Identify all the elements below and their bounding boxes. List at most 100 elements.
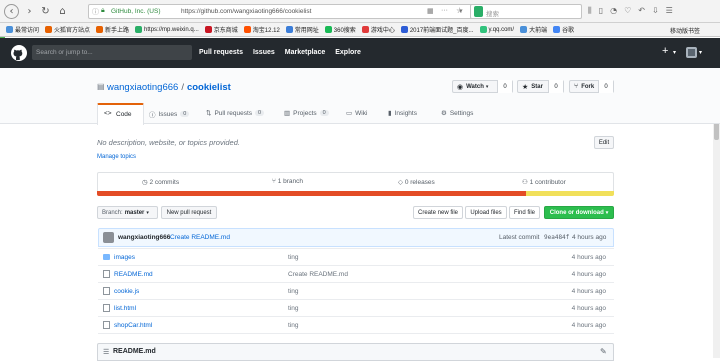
sidebar-icon[interactable]: ▯ (599, 6, 603, 16)
edit-button[interactable]: Edit (594, 136, 614, 149)
file-name-link[interactable]: images (114, 254, 135, 261)
file-name-link[interactable]: list.html (114, 305, 136, 312)
upload-files-button[interactable]: Upload files (465, 206, 507, 219)
download-icon[interactable]: ⇩ (652, 6, 659, 16)
branches-link[interactable]: ⑂ 1 branch (272, 178, 303, 185)
mobile-bookmarks[interactable]: 移动版书签 (670, 26, 700, 35)
library-icon[interactable]: ⫼ (588, 6, 592, 16)
commit-age: 4 hours ago (572, 234, 607, 241)
bookmark-item[interactable]: 常用网址 (285, 25, 319, 34)
fork-count[interactable]: 0 (598, 80, 613, 93)
eye-icon: ◉ (457, 83, 464, 91)
bookmark-item[interactable]: 淘宝12.12 (243, 25, 280, 34)
find-file-button[interactable]: Find file (509, 206, 540, 219)
watch-count[interactable]: 0 (497, 80, 512, 93)
author-avatar[interactable] (103, 232, 114, 243)
back-icon[interactable]: ‹ (4, 4, 19, 19)
qr-icon[interactable]: ▦ (427, 7, 434, 15)
undo-icon[interactable]: ↶ (638, 6, 645, 16)
releases-link[interactable]: ◇ 0 releases (398, 178, 435, 186)
more-icon[interactable]: ··· (441, 7, 448, 14)
url-text[interactable]: https://github.com/wangxiaoting666/cooki… (181, 8, 311, 15)
nav-pull-requests[interactable]: Pull requests (199, 49, 243, 56)
commit-message[interactable]: Create README.md (170, 234, 230, 241)
menu-icon[interactable]: ☰ (666, 6, 673, 16)
table-row[interactable]: list.html ting 4 hours ago (98, 299, 614, 316)
bookmark-item[interactable]: 火狐官方站点 (45, 25, 90, 34)
tab-issues[interactable]: ⓘ Issues 0 (149, 109, 190, 119)
readme-header: ☰ README.md ✎ (97, 343, 614, 361)
pocket-icon[interactable]: ♡ (624, 6, 631, 16)
bookmark-item[interactable]: 最常访问 (6, 25, 39, 34)
chat-icon[interactable]: ◔ (610, 6, 617, 16)
pencil-icon[interactable]: ✎ (600, 347, 607, 356)
repo-name-link[interactable]: cookielist (187, 82, 231, 93)
repo-owner-link[interactable]: wangxiaoting666 (107, 82, 178, 93)
bookmark-item[interactable]: 大前端 (520, 25, 547, 34)
bookmark-item[interactable]: 游戏中心 (361, 25, 395, 34)
file-commit-message[interactable]: ting (288, 322, 298, 329)
file-commit-message[interactable]: ting (288, 305, 298, 312)
repo-separator: / (181, 82, 184, 93)
dropdown-icon[interactable]: ▾ (459, 7, 463, 15)
tab-settings-label: Settings (449, 109, 474, 117)
bookmark-item[interactable]: 京东商城 (204, 25, 238, 34)
project-icon: ▥ (284, 110, 291, 117)
github-logo-icon[interactable] (11, 45, 27, 61)
bookmark-item[interactable]: 谷歌 (553, 25, 574, 34)
file-commit-message[interactable]: Create README.md (288, 271, 348, 278)
commit-author[interactable]: wangxiaoting666 (118, 234, 170, 241)
home-icon[interactable]: ⌂ (55, 4, 70, 19)
bookmark-item[interactable]: 360搜索 (324, 25, 356, 34)
new-pull-request-button[interactable]: New pull request (161, 206, 217, 219)
browser-search[interactable]: 搜索 (470, 4, 582, 19)
table-row[interactable]: README.md Create README.md 4 hours ago (98, 265, 614, 282)
file-name-link[interactable]: shopCar.html (114, 322, 152, 329)
refresh-icon[interactable]: ↻ (38, 4, 53, 19)
tab-code[interactable]: <> Code (97, 103, 144, 125)
file-commit-message[interactable]: ting (288, 288, 298, 295)
nav-issues[interactable]: Issues (253, 49, 275, 56)
tab-insights[interactable]: ▮ Insights (388, 109, 417, 118)
plus-icon[interactable]: + (662, 45, 668, 57)
star-count[interactable]: 0 (548, 80, 563, 93)
fork-button[interactable]: ⑂ Fork 0 (569, 80, 614, 93)
avatar[interactable] (686, 47, 697, 58)
forward-icon[interactable]: › (22, 4, 37, 19)
star-button[interactable]: ★ Star 0 (517, 80, 564, 93)
bookmark-item[interactable]: 2017前端面试题_百度... (400, 25, 474, 34)
avatar-chevron-icon[interactable]: ▾ (699, 49, 702, 56)
table-row[interactable]: shopCar.html ting 4 hours ago (98, 316, 614, 333)
language-bar[interactable] (97, 191, 614, 196)
create-new-file-button[interactable]: Create new file (413, 206, 463, 219)
branch-select[interactable]: Branch: master ▾ (97, 206, 158, 219)
commits-link[interactable]: ◷ 2 commits (142, 178, 179, 186)
info-icon[interactable]: ⓘ (92, 7, 99, 17)
bookmark-item[interactable]: 新手上路 (96, 25, 129, 34)
bookmark-item[interactable]: https://mp.weixin.q... (135, 26, 199, 33)
commit-sha[interactable]: 9ea484f (544, 234, 569, 241)
tab-wiki[interactable]: ▭ Wiki (346, 109, 367, 118)
bookmark-item[interactable]: y.qq.com/ (479, 26, 514, 33)
file-name-link[interactable]: README.md (114, 271, 153, 278)
tab-projects[interactable]: ▥ Projects 0 (284, 109, 329, 117)
file-name-link[interactable]: cookie.js (114, 288, 139, 295)
tab-settings[interactable]: ⚙ Settings (441, 109, 474, 118)
contributors-link[interactable]: ⚇ 1 contributor (522, 178, 566, 186)
url-bar[interactable]: ⓘ 🔒︎ GitHub, Inc. (US) https://github.co… (88, 4, 476, 19)
watch-button[interactable]: ◉ Watch ▾ 0 (452, 80, 513, 93)
search-engine-icon[interactable] (474, 6, 483, 17)
nav-explore[interactable]: Explore (335, 49, 361, 56)
table-row[interactable]: cookie.js ting 4 hours ago (98, 282, 614, 299)
language-segment[interactable] (526, 191, 614, 196)
search-input[interactable]: Search or jump to... (32, 45, 192, 60)
manage-topics-link[interactable]: Manage topics (97, 154, 136, 160)
clone-download-button[interactable]: Clone or download ▾ (544, 206, 614, 219)
nav-marketplace[interactable]: Marketplace (285, 49, 325, 56)
tab-pull-requests[interactable]: ⇅ Pull requests 0 (206, 109, 265, 117)
table-row[interactable]: images ting 4 hours ago (98, 248, 614, 265)
language-segment[interactable] (97, 191, 527, 196)
site-identity[interactable]: GitHub, Inc. (US) (111, 8, 160, 15)
chevron-down-icon[interactable]: ▾ (673, 49, 676, 56)
file-commit-message[interactable]: ting (288, 254, 298, 261)
